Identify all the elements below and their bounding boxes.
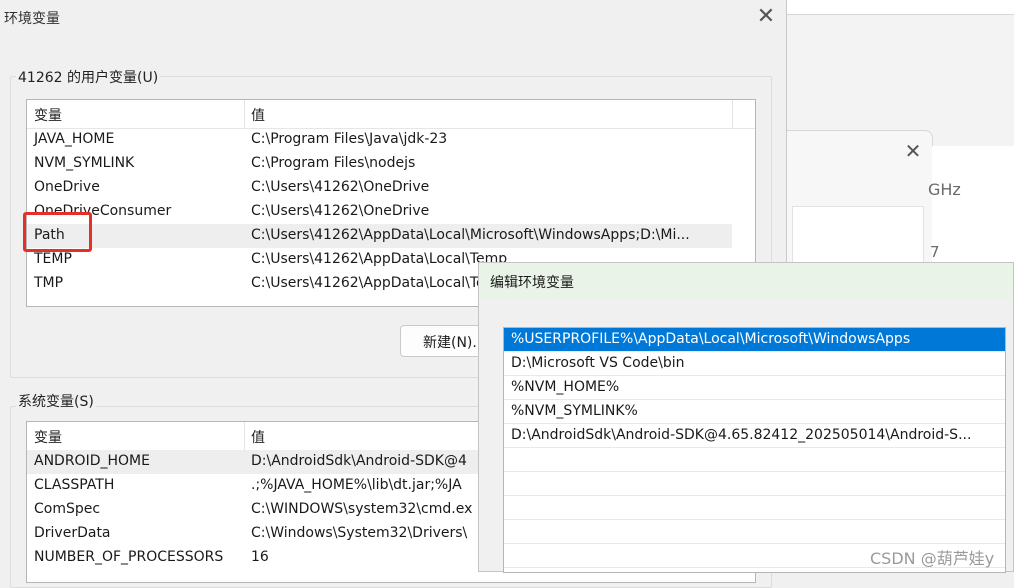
close-icon[interactable]: ✕ [756,6,776,28]
variable-value: C:\Program Files\nodejs [251,155,416,171]
background-close-icon[interactable]: ✕ [904,139,922,163]
variable-value: 16 [251,549,269,565]
list-item-empty[interactable] [504,496,1005,520]
column-header-value[interactable]: 值 [251,105,265,125]
variable-name: OneDrive [34,179,100,195]
edit-dialog-titlebar[interactable]: 编辑环境变量 [479,263,1013,299]
path-entry-text: %NVM_SYMLINK% [511,403,638,419]
variable-name: ANDROID_HOME [34,453,150,469]
column-header-variable[interactable]: 变量 [34,105,62,125]
edit-dialog-title: 编辑环境变量 [490,275,574,291]
list-item-empty[interactable] [504,448,1005,472]
background-right-pane [932,146,1014,272]
variable-name: NVM_SYMLINK [34,155,135,171]
list-item[interactable]: D:\AndroidSdk\Android-SDK@4.65.82412_202… [504,424,1005,448]
list-item[interactable]: D:\Microsoft VS Code\bin [504,352,1005,376]
variable-name: NUMBER_OF_PROCESSORS [34,549,224,565]
background-ghz-text: GHz [928,180,961,199]
user-vars-header: 变量 值 [27,100,755,129]
variable-value: C:\Users\41262\OneDrive [251,203,430,219]
list-item-empty[interactable] [504,472,1005,496]
variable-name: ComSpec [34,501,101,517]
edit-env-var-dialog: 编辑环境变量 %USERPROFILE%\AppData\Local\Micro… [478,262,1014,573]
variable-value: C:\Users\41262\AppData\Local\Temp [251,275,508,291]
list-item-empty[interactable] [504,520,1005,544]
variable-value: D:\AndroidSdk\Android-SDK@4 [251,453,467,469]
variable-name: JAVA_HOME [34,131,115,147]
path-entry-text: %NVM_HOME% [511,379,620,395]
list-item[interactable]: %NVM_HOME% [504,376,1005,400]
user-vars-label: 41262 的用户变量(U) [16,67,161,87]
background-panel [792,206,924,268]
variable-value: C:\Users\41262\OneDrive [251,179,430,195]
variable-value: C:\Users\41262\AppData\Local\Temp [251,251,508,267]
path-highlight-box [23,212,92,252]
column-separator[interactable] [244,100,245,128]
column-separator[interactable] [244,422,245,450]
variable-value: .;%JAVA_HOME%\lib\dt.jar;%JA [251,477,462,493]
path-entry-text: %USERPROFILE%\AppData\Local\Microsoft\Wi… [511,331,911,347]
column-separator[interactable] [732,100,733,128]
variable-name: DriverData [34,525,111,541]
column-header-variable[interactable]: 变量 [34,427,62,447]
table-row[interactable]: NVM_SYMLINK C:\Program Files\nodejs [27,152,755,176]
watermark: CSDN @葫芦娃y [870,549,995,568]
new-button-label: 新建(N)... [423,335,486,351]
table-row[interactable]: OneDriveConsumer C:\Users\41262\OneDrive [27,200,755,224]
background-window-topbar [786,0,1014,15]
path-entry-text: D:\AndroidSdk\Android-SDK@4.65.82412_202… [511,427,972,443]
table-row[interactable]: OneDrive C:\Users\41262\OneDrive [27,176,755,200]
table-row-selected[interactable]: Path C:\Users\41262\AppData\Local\Micros… [27,224,732,248]
variable-name: CLASSPATH [34,477,115,493]
variable-value: C:\WINDOWS\system32\cmd.ex [251,501,473,517]
background-seven-text: 7 [930,243,940,261]
system-vars-label: 系统变量(S) [16,391,96,411]
list-item-selected[interactable]: %USERPROFILE%\AppData\Local\Microsoft\Wi… [504,328,1005,352]
table-row[interactable]: JAVA_HOME C:\Program Files\Java\jdk-23 [27,128,755,152]
variable-value: C:\Windows\System32\Drivers\ [251,525,468,541]
variable-name: TEMP [34,251,72,267]
variable-value: C:\Program Files\Java\jdk-23 [251,131,448,147]
variable-value: C:\Users\41262\AppData\Local\Microsoft\W… [251,227,690,243]
dialog-title: 环境变量 [4,11,60,27]
path-entry-text: D:\Microsoft VS Code\bin [511,355,685,371]
list-item[interactable]: %NVM_SYMLINK% [504,400,1005,424]
column-header-value[interactable]: 值 [251,427,265,447]
variable-name: TMP [34,275,64,291]
path-entries-list[interactable]: %USERPROFILE%\AppData\Local\Microsoft\Wi… [503,327,1006,573]
